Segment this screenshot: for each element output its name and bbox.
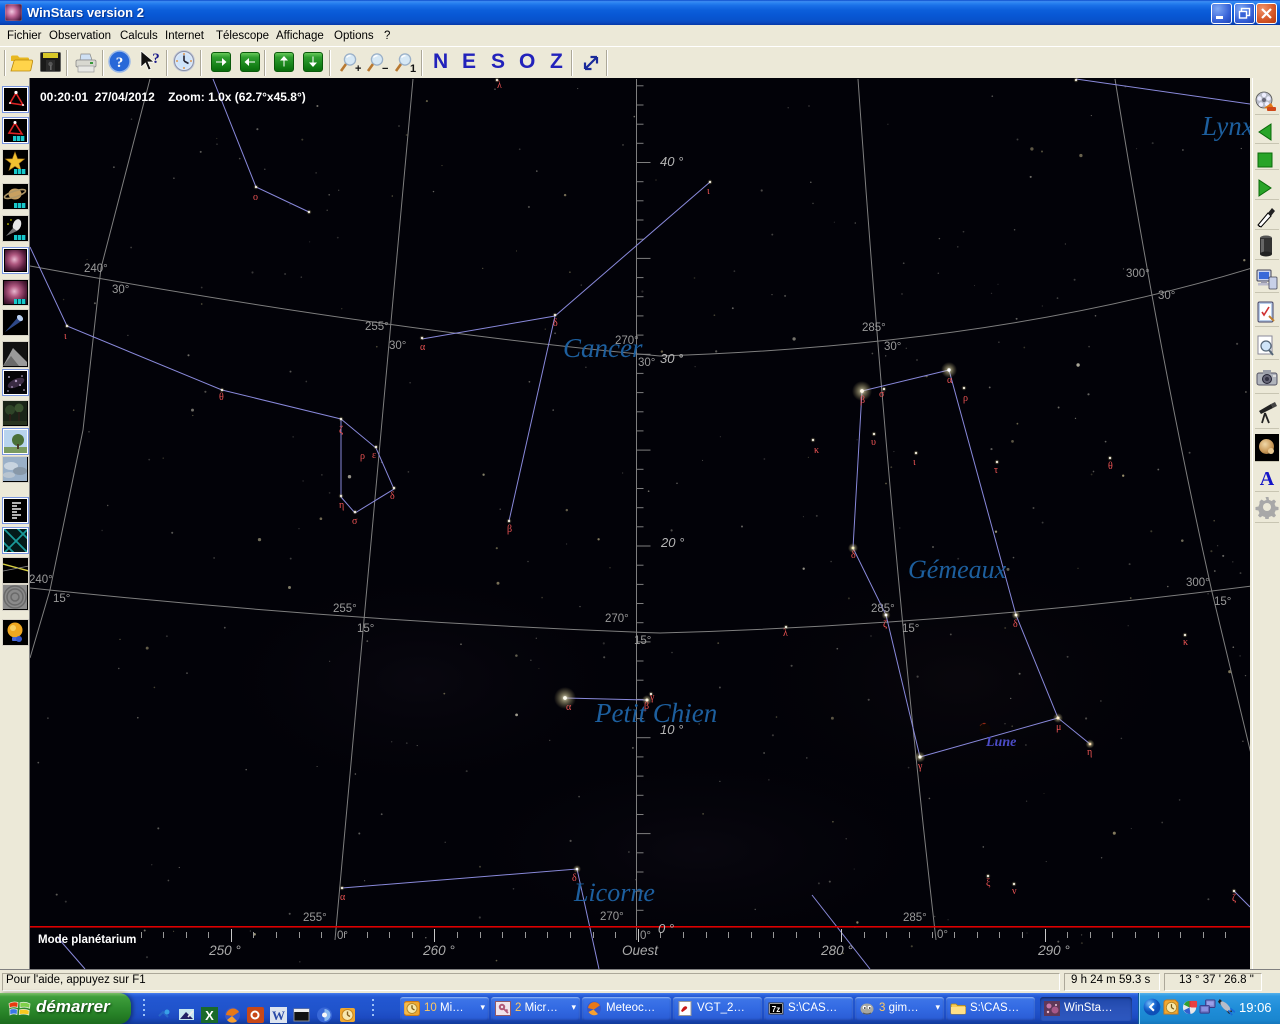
- svg-text:β: β: [507, 524, 512, 535]
- svg-text:δ: δ: [851, 550, 856, 561]
- svg-text:300°: 300°: [1126, 268, 1150, 280]
- svg-text:Gémeaux: Gémeaux: [908, 555, 1007, 584]
- svg-text:κ: κ: [814, 445, 819, 456]
- svg-text:η: η: [339, 500, 344, 511]
- svg-text:0°: 0°: [937, 929, 948, 941]
- svg-text:30°: 30°: [884, 341, 901, 353]
- svg-text:1: 1: [410, 63, 416, 75]
- svg-text:280 °: 280 °: [820, 943, 853, 958]
- svg-text:255°: 255°: [333, 603, 357, 615]
- svg-text:00:20:01 27/04/2012 Zoom:: 00:20:01 27/04/2012 Zoom: 1.0x (62.7°x45…: [40, 90, 306, 104]
- svg-text:30°: 30°: [1158, 290, 1175, 302]
- svg-text:255°: 255°: [303, 912, 327, 924]
- svg-text:?: ?: [152, 51, 160, 67]
- svg-text:ρ: ρ: [360, 451, 365, 462]
- svg-text:Lynx: Lynx: [1201, 111, 1250, 141]
- svg-text:ζ: ζ: [883, 619, 887, 630]
- svg-text:40 °: 40 °: [660, 154, 683, 169]
- svg-text:Licorne: Licorne: [573, 878, 655, 907]
- svg-text:β: β: [860, 395, 865, 406]
- svg-text:θ: θ: [1108, 461, 1113, 472]
- svg-text:0°: 0°: [640, 930, 651, 942]
- svg-text:σ: σ: [352, 516, 358, 527]
- svg-text:Lune: Lune: [985, 735, 1016, 750]
- svg-text:15°: 15°: [634, 635, 651, 647]
- svg-text:λ: λ: [783, 628, 788, 639]
- svg-text:Cancer: Cancer: [563, 333, 643, 363]
- svg-text:γ: γ: [917, 761, 923, 772]
- svg-text:15°: 15°: [1214, 596, 1231, 608]
- svg-text:240°: 240°: [84, 263, 108, 275]
- svg-text:α: α: [566, 702, 572, 713]
- svg-text:ι: ι: [707, 186, 710, 197]
- svg-text:0°: 0°: [337, 930, 348, 942]
- svg-text:ν: ν: [1012, 886, 1017, 897]
- svg-text:θ: θ: [219, 392, 224, 403]
- svg-text:ζ: ζ: [1232, 893, 1236, 904]
- svg-text:ι: ι: [913, 457, 916, 468]
- svg-text:μ: μ: [1056, 722, 1061, 733]
- svg-text:15°: 15°: [53, 593, 70, 605]
- svg-text:ε: ε: [372, 450, 376, 461]
- svg-text:+: +: [355, 63, 361, 75]
- svg-text:Petit Chien: Petit Chien: [594, 698, 717, 728]
- svg-text:X: X: [205, 1008, 214, 1023]
- svg-text:7z: 7z: [772, 1005, 780, 1014]
- svg-text:240°: 240°: [30, 574, 53, 586]
- svg-text:285°: 285°: [903, 912, 927, 924]
- svg-text:285°: 285°: [862, 322, 886, 334]
- svg-text:250 °: 250 °: [208, 943, 241, 958]
- svg-text:300°: 300°: [1186, 577, 1210, 589]
- svg-text:270°: 270°: [605, 613, 629, 625]
- svg-text:0 °: 0 °: [658, 921, 674, 936]
- svg-text:20 °: 20 °: [660, 535, 684, 550]
- svg-text:Ouest: Ouest: [622, 943, 659, 958]
- svg-text:α: α: [340, 892, 346, 903]
- svg-text:Mode planétarium: Mode planétarium: [38, 934, 136, 946]
- svg-text:ρ: ρ: [963, 393, 968, 404]
- svg-text:30°: 30°: [389, 340, 406, 352]
- svg-text:υ: υ: [871, 437, 876, 448]
- svg-text:ζ: ζ: [339, 425, 343, 436]
- svg-text:270°: 270°: [600, 911, 624, 923]
- svg-text:α: α: [420, 342, 426, 353]
- svg-text:α: α: [947, 375, 953, 386]
- svg-text:290 °: 290 °: [1037, 943, 1070, 958]
- svg-text:δ: δ: [390, 491, 395, 502]
- svg-text:κ: κ: [1183, 637, 1188, 648]
- svg-text:o: o: [253, 192, 258, 203]
- svg-text:ξ: ξ: [986, 878, 991, 889]
- svg-text:τ: τ: [994, 465, 998, 476]
- svg-text:255°: 255°: [365, 321, 389, 333]
- svg-text:λ: λ: [497, 80, 502, 91]
- svg-text:30 °: 30 °: [660, 351, 683, 366]
- svg-text:−: −: [382, 63, 388, 75]
- svg-text:15°: 15°: [357, 623, 374, 635]
- svg-text:δ: δ: [553, 318, 558, 329]
- svg-text:ι: ι: [64, 331, 67, 342]
- svg-text:?: ?: [116, 55, 124, 71]
- svg-text:30°: 30°: [112, 284, 129, 296]
- svg-text:260 °: 260 °: [422, 943, 455, 958]
- svg-text:W: W: [272, 1008, 285, 1023]
- svg-text:15°: 15°: [902, 623, 919, 635]
- svg-text:285°: 285°: [871, 603, 895, 615]
- svg-text:σ: σ: [879, 389, 885, 400]
- svg-text:η: η: [1087, 747, 1092, 758]
- svg-text:δ: δ: [1013, 619, 1018, 630]
